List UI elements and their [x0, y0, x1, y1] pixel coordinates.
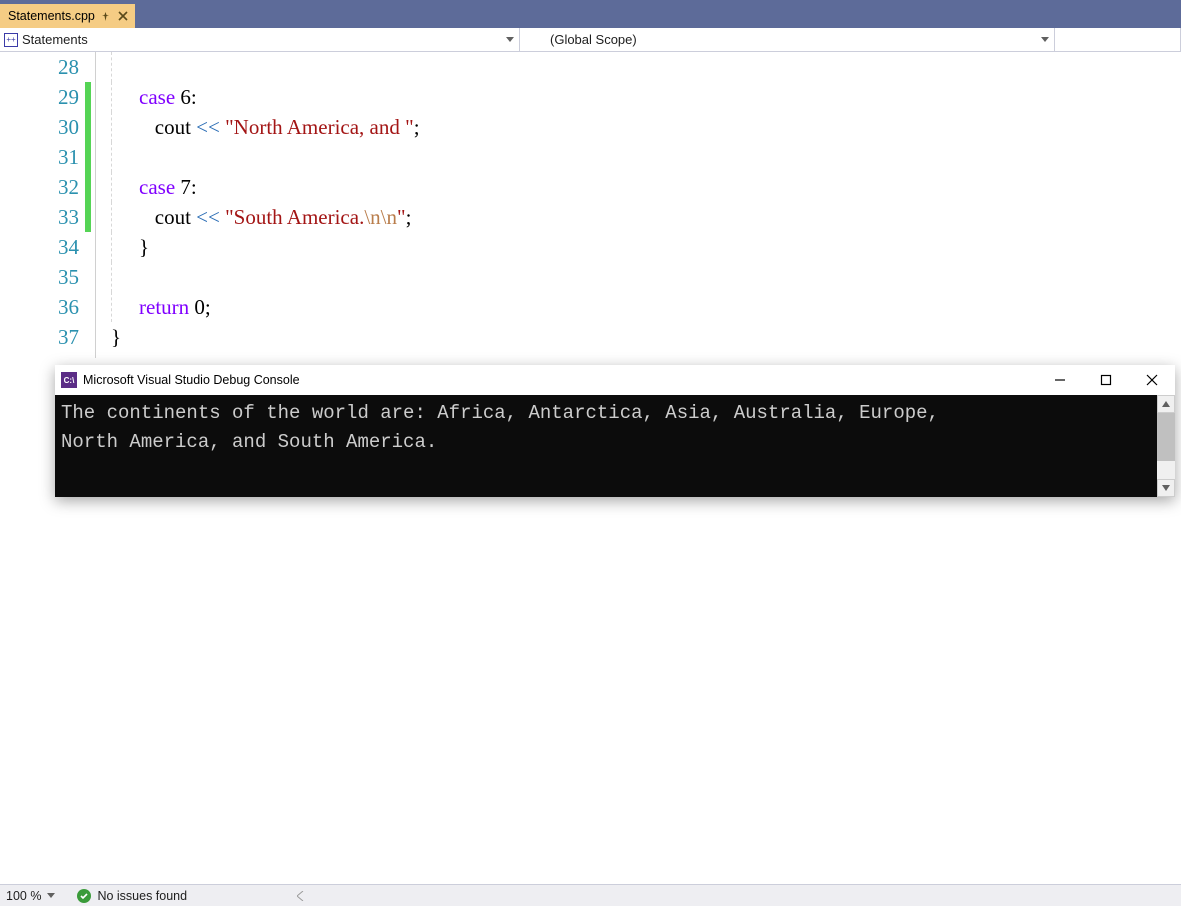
- scope-label: (Global Scope): [550, 32, 637, 47]
- minimize-button[interactable]: [1037, 365, 1083, 395]
- code-line[interactable]: [111, 142, 1181, 172]
- scope-bar: ++ Statements (Global Scope): [0, 28, 1181, 52]
- line-number: 36: [0, 292, 79, 322]
- cpp-file-icon: ++: [4, 33, 18, 47]
- line-number: 30: [0, 112, 79, 142]
- line-number: 28: [0, 52, 79, 82]
- file-tab-bar: Statements.cpp: [0, 4, 1181, 28]
- zoom-value: 100 %: [6, 889, 41, 903]
- chevron-down-icon[interactable]: [501, 28, 519, 51]
- chevron-down-icon[interactable]: [1036, 28, 1054, 51]
- line-number-gutter: 28 29 30 31 32 33 34 35 36 37: [0, 52, 85, 358]
- issues-text: No issues found: [97, 889, 187, 903]
- scrollbar-track[interactable]: [1157, 461, 1175, 479]
- pin-icon[interactable]: [101, 11, 111, 21]
- close-button[interactable]: [1129, 365, 1175, 395]
- line-number: 34: [0, 232, 79, 262]
- console-scrollbar[interactable]: [1157, 395, 1175, 497]
- maximize-button[interactable]: [1083, 365, 1129, 395]
- line-number: 33: [0, 202, 79, 232]
- code-line[interactable]: cout << "North America, and ";: [111, 112, 1181, 142]
- code-line[interactable]: cout << "South America.\n\n";: [111, 202, 1181, 232]
- zoom-control[interactable]: 100 %: [0, 889, 63, 903]
- line-number: 29: [0, 82, 79, 112]
- file-tab-label: Statements.cpp: [8, 9, 95, 23]
- line-number: 32: [0, 172, 79, 202]
- code-line[interactable]: [111, 52, 1181, 82]
- outline-bar: [91, 52, 111, 358]
- code-line[interactable]: [111, 262, 1181, 292]
- splitter-handle-icon[interactable]: [297, 891, 305, 901]
- scroll-up-icon[interactable]: [1157, 395, 1175, 413]
- close-icon[interactable]: [117, 10, 129, 22]
- code-content[interactable]: case 6: cout << "North America, and "; c…: [111, 52, 1181, 358]
- console-output[interactable]: The continents of the world are: Africa,…: [55, 395, 1157, 497]
- breadcrumb-label: Statements: [22, 32, 88, 47]
- editor-status-bar: 100 % No issues found: [0, 884, 1181, 906]
- scope-dropdown[interactable]: (Global Scope): [520, 28, 1055, 51]
- code-line[interactable]: case 7:: [111, 172, 1181, 202]
- issues-indicator[interactable]: No issues found: [63, 889, 187, 903]
- check-circle-icon: [77, 889, 91, 903]
- console-titlebar[interactable]: C:\ Microsoft Visual Studio Debug Consol…: [55, 365, 1175, 395]
- scrollbar-thumb[interactable]: [1157, 413, 1175, 461]
- line-number: 31: [0, 142, 79, 172]
- code-line[interactable]: }: [111, 322, 1181, 352]
- console-app-icon: C:\: [61, 372, 77, 388]
- debug-console-window[interactable]: C:\ Microsoft Visual Studio Debug Consol…: [55, 365, 1175, 497]
- code-line[interactable]: return 0;: [111, 292, 1181, 322]
- line-number: 35: [0, 262, 79, 292]
- line-number: 37: [0, 322, 79, 352]
- scroll-down-icon[interactable]: [1157, 479, 1175, 497]
- member-dropdown[interactable]: [1055, 28, 1181, 51]
- chevron-down-icon[interactable]: [45, 890, 57, 902]
- breadcrumb-dropdown[interactable]: ++ Statements: [0, 28, 520, 51]
- code-line[interactable]: }: [111, 232, 1181, 262]
- code-line[interactable]: case 6:: [111, 82, 1181, 112]
- code-editor[interactable]: 28 29 30 31 32 33 34 35 36 37: [0, 52, 1181, 358]
- file-tab-active[interactable]: Statements.cpp: [0, 4, 135, 28]
- console-title: Microsoft Visual Studio Debug Console: [83, 373, 300, 387]
